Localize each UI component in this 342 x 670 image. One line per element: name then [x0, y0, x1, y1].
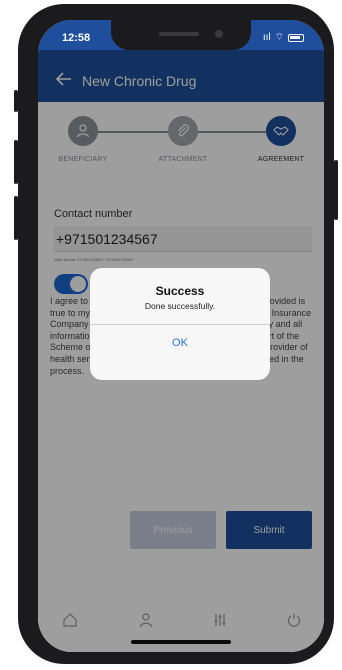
dialog-title: Success: [155, 284, 205, 298]
speaker: [159, 32, 199, 36]
power-side-button: [334, 160, 338, 220]
front-camera: [215, 30, 223, 38]
volume-down-button: [14, 196, 18, 240]
mute-switch: [14, 90, 18, 112]
dialog-message: Done successfully.: [144, 301, 216, 311]
wifi-icon: ⌔: [274, 32, 284, 43]
success-dialog: Success Done successfully. OK: [90, 268, 270, 380]
dialog-divider: [90, 324, 270, 325]
notch: [111, 20, 251, 50]
status-icons: ııl ⌔: [263, 31, 304, 44]
signal-icon: ııl: [262, 32, 271, 43]
volume-up-button: [14, 140, 18, 184]
dialog-ok-button[interactable]: OK: [90, 326, 270, 360]
battery-icon: [288, 33, 304, 42]
status-time: 12:58: [62, 32, 91, 44]
